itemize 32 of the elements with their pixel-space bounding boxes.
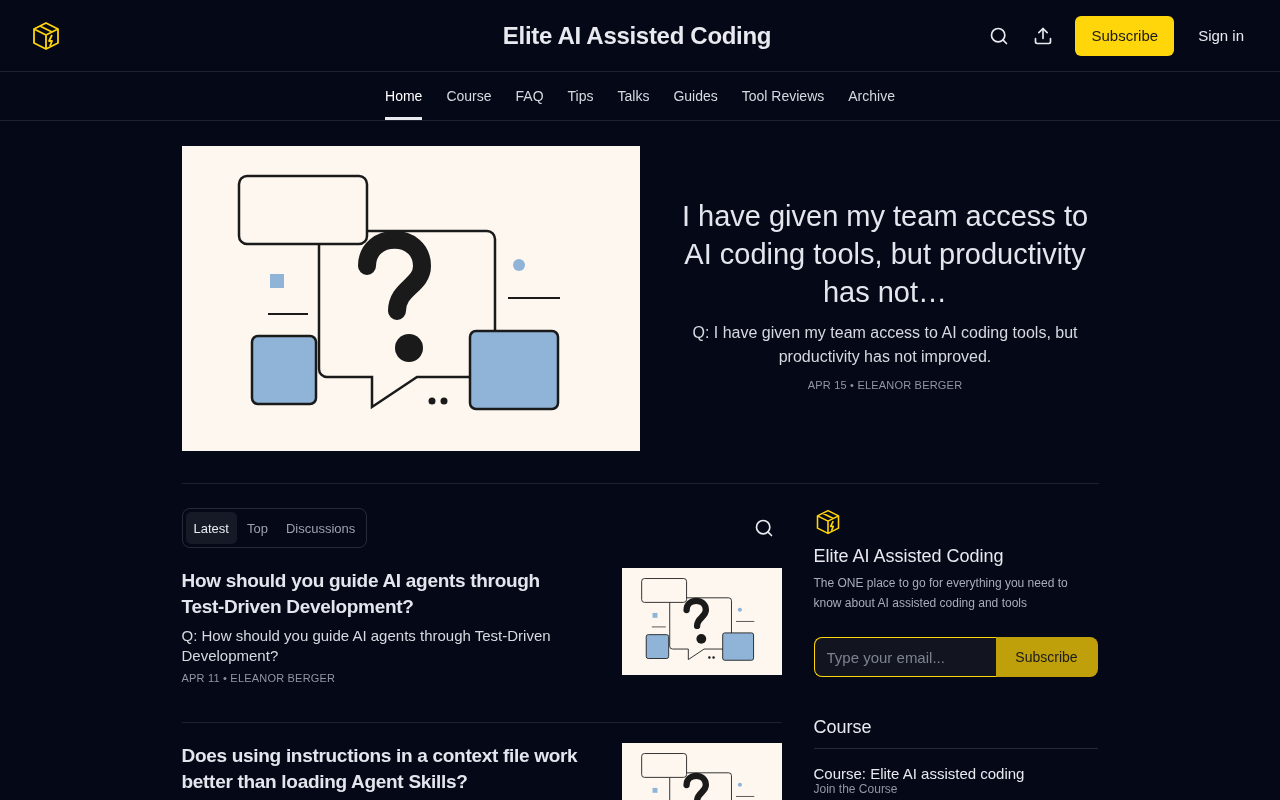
course-link[interactable]: Course: Elite AI assisted coding xyxy=(813,765,1098,782)
feed-tab[interactable]: Latest xyxy=(185,512,237,544)
nav-tab[interactable]: Archive xyxy=(848,72,895,120)
post-subtitle: Q: How should you guide AI agents through Test-Driven Development? xyxy=(181,626,552,666)
feed-tab[interactable]: Top xyxy=(238,512,276,544)
post-title[interactable]: How should you guide AI agents through Test-Driven Development? xyxy=(181,568,582,620)
publication-description: The ONE place to go for everything you need to know about AI assisted coding and tools xyxy=(813,575,1069,612)
nav-tab[interactable]: Talks xyxy=(617,72,650,120)
search-icon xyxy=(989,25,1010,46)
nav-tab[interactable]: Guides xyxy=(673,72,718,120)
feed-tab[interactable]: Discussions xyxy=(277,512,364,544)
nav-tab[interactable]: Home xyxy=(385,72,423,120)
search-icon xyxy=(753,518,774,538)
post-meta: APR 15 • ELEANOR BERGER xyxy=(807,378,963,391)
subscribe-button[interactable]: Subscribe xyxy=(1075,15,1175,56)
nav-tab[interactable]: FAQ xyxy=(515,72,544,120)
box-logo-icon xyxy=(30,19,62,52)
nav-tab[interactable]: Course xyxy=(446,72,492,120)
sign-in-link[interactable]: Sign in xyxy=(1198,27,1244,44)
email-field[interactable]: Type your email... xyxy=(813,637,996,677)
upload-icon xyxy=(1033,25,1054,46)
publication-title: Elite AI Assisted Coding xyxy=(813,546,1005,567)
site-title: Elite AI Assisted Coding xyxy=(502,21,772,50)
nav-tab[interactable]: Tool Reviews xyxy=(741,72,825,120)
subscribe-button[interactable]: Subscribe xyxy=(995,637,1098,677)
featured-post-subtitle: Q: I have given my team access to AI coding tools, but productivity has not improved. xyxy=(691,322,1079,367)
featured-post-title[interactable]: I have given my team access to AI coding tools, but productivity has not… xyxy=(671,196,1099,311)
section-heading: Course xyxy=(813,717,1098,749)
course-subtitle: Join the Course xyxy=(813,782,899,796)
nav-tab[interactable]: Tips xyxy=(567,72,594,120)
post-meta: APR 11 • ELEANOR BERGER xyxy=(181,672,337,684)
post-title[interactable]: Does using instructions in a context file work better than loading Agent Skills? xyxy=(181,743,582,795)
